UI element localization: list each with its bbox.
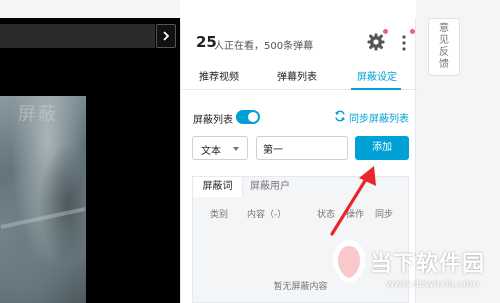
column-header-content[interactable]: 内容（-）: [247, 207, 286, 220]
subtab-block-users[interactable]: 屏蔽用户: [245, 177, 295, 197]
more-notice-dot: [410, 29, 415, 34]
tab-danmaku-list[interactable]: 弹幕列表: [267, 68, 327, 90]
annotation-arrow: [330, 166, 376, 236]
feedback-label: 意见反馈: [439, 23, 449, 70]
more-vertical-icon[interactable]: [401, 34, 407, 52]
panel-tabs: 推荐视频 弹幕列表 屏蔽设定: [181, 68, 417, 90]
gear-icon[interactable]: [366, 32, 386, 52]
subtab-block-words[interactable]: 屏蔽词: [193, 177, 243, 197]
settings-notice-dot: [383, 29, 388, 34]
empty-list-text: 暂无屏蔽内容: [273, 282, 328, 292]
video-toolbar: [0, 24, 155, 48]
feedback-button[interactable]: 意见反馈: [428, 18, 460, 76]
top-strip: [0, 0, 180, 18]
toggle-knob: [248, 112, 258, 122]
viewer-text: 人正在看，500条弹幕: [214, 41, 314, 52]
collapse-panel-button[interactable]: [156, 24, 176, 48]
active-tab-underline: [351, 88, 401, 90]
shield-toggle[interactable]: [236, 110, 260, 124]
chevron-right-icon: [163, 31, 170, 41]
sync-list-label: 同步屏蔽列表: [349, 114, 409, 125]
add-button[interactable]: 添加: [355, 136, 409, 160]
panel-header: 25 人正在看，500条弹幕: [181, 18, 417, 66]
column-header-category: 类别: [210, 210, 229, 220]
video-frame: 屏蔽: [0, 96, 86, 303]
filter-keyword-input[interactable]: [256, 136, 348, 160]
frame-watermark: 屏蔽: [18, 104, 58, 125]
tab-block-settings[interactable]: 屏蔽设定: [347, 68, 407, 90]
watermark-brand: 当下软件园: [370, 252, 486, 277]
tab-recommended[interactable]: 推荐视频: [189, 68, 249, 90]
sync-icon: [335, 110, 345, 122]
watermark-url: www.downxia.com: [386, 279, 480, 290]
filter-type-value: 文本: [201, 146, 221, 157]
filter-type-select[interactable]: 文本: [192, 136, 248, 160]
caret-down-icon: [233, 147, 239, 151]
brand-logo-icon: [333, 240, 365, 284]
frame-shade: [38, 144, 86, 264]
shield-list-label: 屏蔽列表: [193, 115, 233, 126]
